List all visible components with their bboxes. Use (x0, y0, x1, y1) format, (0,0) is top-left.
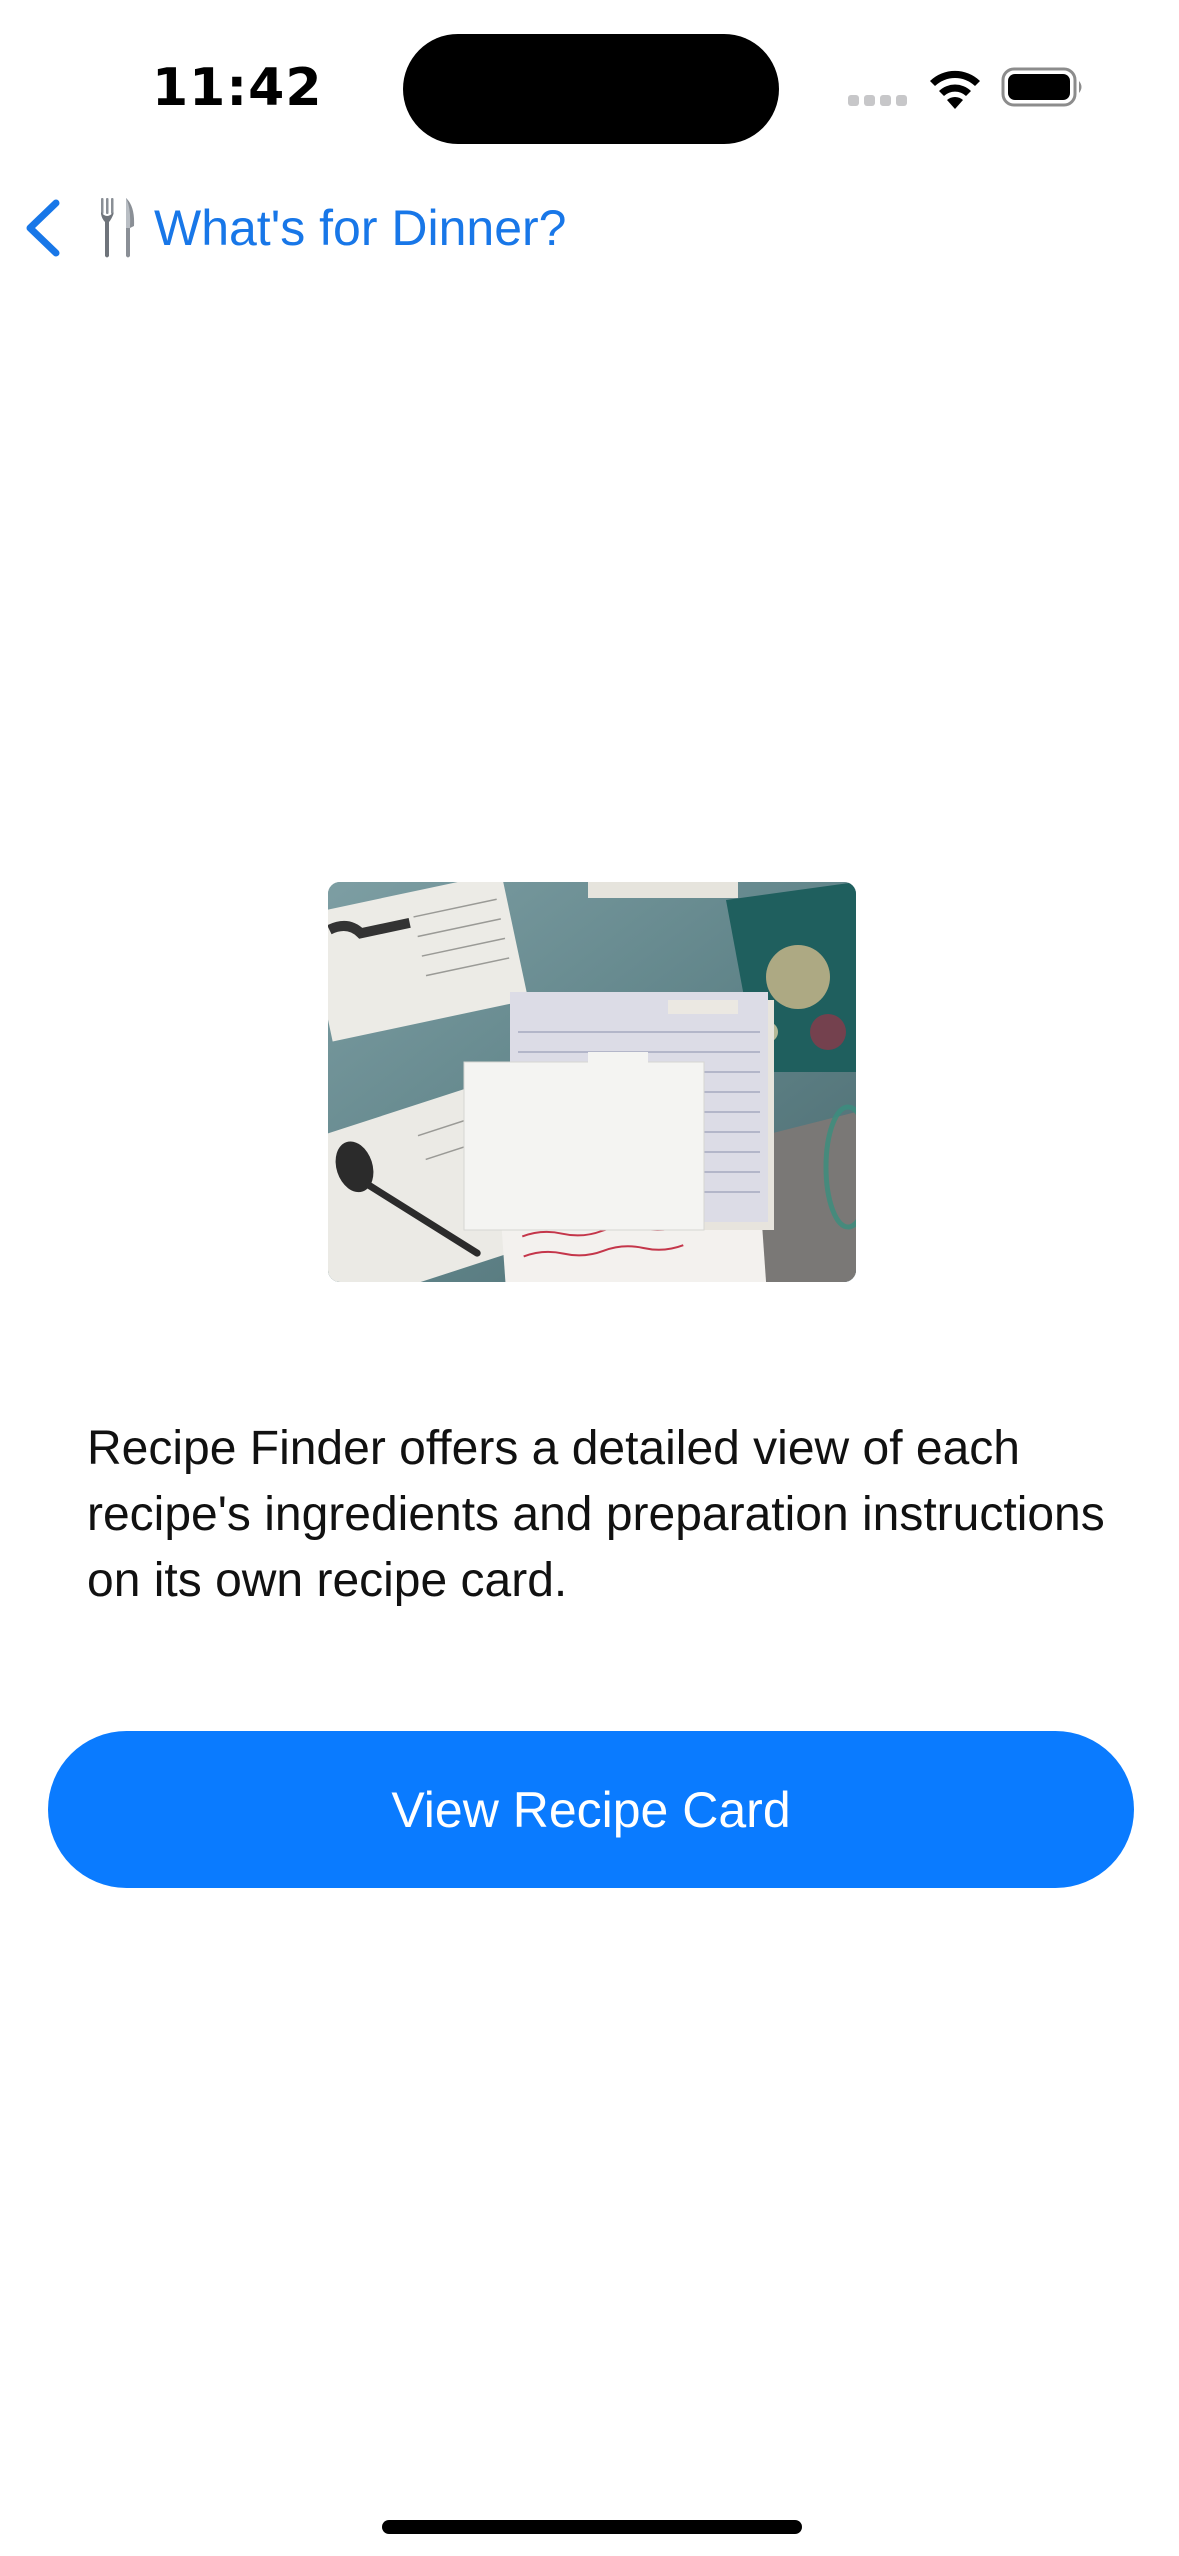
recipe-cards-photo (328, 882, 856, 1282)
home-indicator[interactable] (382, 2520, 802, 2534)
back-button[interactable]: What's for Dinner? (22, 188, 566, 268)
wifi-icon (930, 70, 980, 109)
cellular-signal-icon (848, 95, 908, 107)
nav-title: What's for Dinner? (154, 200, 567, 256)
chevron-left-icon (26, 199, 60, 257)
dynamic-island (403, 34, 779, 144)
battery-icon (1001, 67, 1082, 107)
description-text: Recipe Finder offers a detailed view of … (87, 1422, 1105, 1607)
fork-and-knife-icon (101, 198, 135, 258)
status-time: 11:42 (152, 58, 323, 118)
view-recipe-card-button[interactable]: View Recipe Card (48, 1731, 1134, 1888)
